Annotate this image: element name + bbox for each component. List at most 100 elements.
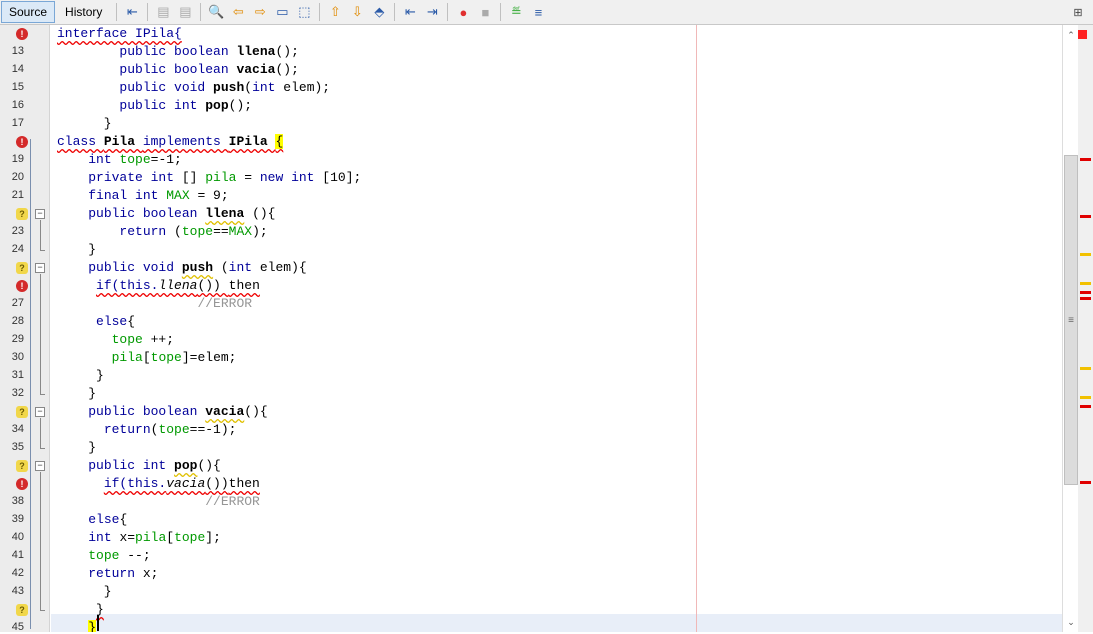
tab-source[interactable]: Source [1,1,56,23]
code-line[interactable]: } [57,439,96,457]
rect-select-icon[interactable]: ⬚ [294,2,314,22]
code-editor[interactable]: ! 13 14 15 16 17! 19 20 21? −23 24? −! 27 28 29 30 31 32?… [0,25,1062,632]
code-line[interactable]: //ERROR [57,295,252,313]
code-line[interactable]: if(this.vacia())then [57,475,260,493]
find-next-icon[interactable]: ⇨ [250,2,270,22]
code-line[interactable]: return(tope==-1); [57,421,237,439]
comment-icon[interactable]: ≝ [506,2,526,22]
maximize-icon[interactable]: ⊞ [1068,2,1088,22]
error-mark[interactable] [1080,158,1091,161]
error-stripe[interactable] [1078,25,1093,632]
code-line[interactable]: int tope=-1; [57,151,182,169]
scroll-down-button[interactable]: ⌄ [1063,614,1079,630]
code-line[interactable]: //ERROR [57,493,260,511]
code-line[interactable]: public int pop(); [57,97,252,115]
warning-hint-icon[interactable]: ? [16,262,28,274]
code-line[interactable]: tope --; [57,547,150,565]
line-number: 45 [11,621,24,632]
error-mark[interactable] [1080,291,1091,294]
code-line[interactable]: public boolean llena(); [57,43,298,61]
code-token: public boolean [88,206,206,221]
code-line[interactable]: } [57,367,104,385]
find-previous-icon[interactable]: ⇦ [228,2,248,22]
error-mark[interactable] [1080,296,1091,300]
next-bookmark-icon[interactable]: ⇩ [347,2,367,22]
code-line[interactable]: return (tope==MAX); [57,223,267,241]
gutter-line: ? − [0,403,50,421]
code-line[interactable]: private int [] pila = new int [10]; [57,169,361,187]
code-token: [10]; [322,170,362,185]
code-line[interactable]: } [57,385,96,403]
error-icon[interactable]: ! [16,280,28,292]
code-token: public void [88,260,182,275]
code-line[interactable]: else{ [57,313,135,331]
previous-bookmark-icon[interactable]: ⇧ [325,2,345,22]
warning-hint-icon[interactable]: ? [16,208,28,220]
fold-toggle-icon[interactable]: − [35,407,45,417]
code-line[interactable]: } [57,619,97,632]
fold-toggle-icon[interactable]: − [35,209,45,219]
code-line[interactable]: pila[tope]=elem; [57,349,237,367]
tab-history[interactable]: History [57,1,110,23]
scroll-thumb[interactable]: ≡ [1064,155,1078,485]
error-mark[interactable] [1080,405,1091,408]
uncomment-icon[interactable]: ≡ [528,2,548,22]
error-icon[interactable]: ! [16,136,28,148]
code-line[interactable]: else{ [57,511,127,529]
warning-hint-icon[interactable]: ? [16,604,28,616]
code-line[interactable]: if(this.llena()) then [57,277,260,295]
error-mark[interactable] [1080,481,1091,484]
code-line[interactable]: return x; [57,565,158,583]
code-line[interactable]: public void push(int elem); [57,79,330,97]
warning-hint-icon[interactable]: ? [16,460,28,472]
record-macro-icon[interactable]: ● [453,2,473,22]
fold-toggle-icon[interactable]: − [35,263,45,273]
code-line[interactable]: interface IPila{ [57,25,182,43]
error-status-icon[interactable] [1078,30,1087,39]
forward-icon[interactable]: ▤ [175,2,195,22]
code-line[interactable]: public int pop(){ [57,457,221,475]
back-icon[interactable]: ▤ [153,2,173,22]
warning-mark[interactable] [1080,253,1091,256]
code-line[interactable]: } [57,583,112,601]
gutter-line: 40 [0,529,50,547]
code-line[interactable]: class Pila implements IPila { [57,133,284,151]
code-line[interactable]: public void push (int elem){ [57,259,306,277]
shift-left-icon[interactable]: ⇤ [400,2,420,22]
gutter-line: 27 [0,295,50,313]
error-mark[interactable] [1080,215,1091,218]
code-line[interactable]: int x=pila[tope]; [57,529,221,547]
fold-toggle-icon[interactable]: − [35,461,45,471]
toolbar-separator [447,3,449,21]
code-token: ++; [142,332,175,347]
fold-end [40,448,45,449]
line-number: 32 [11,387,24,399]
error-icon[interactable]: ! [16,478,28,490]
code-line[interactable]: public boolean vacia(); [57,61,298,79]
last-edit-icon[interactable]: ⇤ [122,2,142,22]
warning-mark[interactable] [1080,281,1091,285]
code-token: final int [88,188,167,203]
warning-hint-icon[interactable]: ? [16,406,28,418]
code-area[interactable]: interface IPila{ public boolean llena();… [57,25,1062,632]
code-line[interactable]: public boolean vacia(){ [57,403,267,421]
vertical-scrollbar[interactable]: ⌃ ≡ ⌄ [1062,25,1078,632]
code-line[interactable]: tope ++; [57,331,174,349]
error-icon[interactable]: ! [16,28,28,40]
warning-mark[interactable] [1080,395,1091,399]
find-icon[interactable]: 🔍 [206,2,226,22]
stop-macro-icon[interactable]: ■ [475,2,495,22]
toggle-highlight-icon[interactable]: ▭ [272,2,292,22]
code-line[interactable]: public boolean llena (){ [57,205,275,223]
warning-mark[interactable] [1080,367,1091,370]
line-number: 29 [11,333,24,345]
code-line[interactable]: final int MAX = 9; [57,187,228,205]
toggle-bookmark-icon[interactable]: ⬘ [369,2,389,22]
code-line[interactable]: } [57,241,96,259]
scroll-up-button[interactable]: ⌃ [1063,27,1079,43]
shift-right-icon[interactable]: ⇥ [422,2,442,22]
code-line[interactable]: } [57,115,112,133]
